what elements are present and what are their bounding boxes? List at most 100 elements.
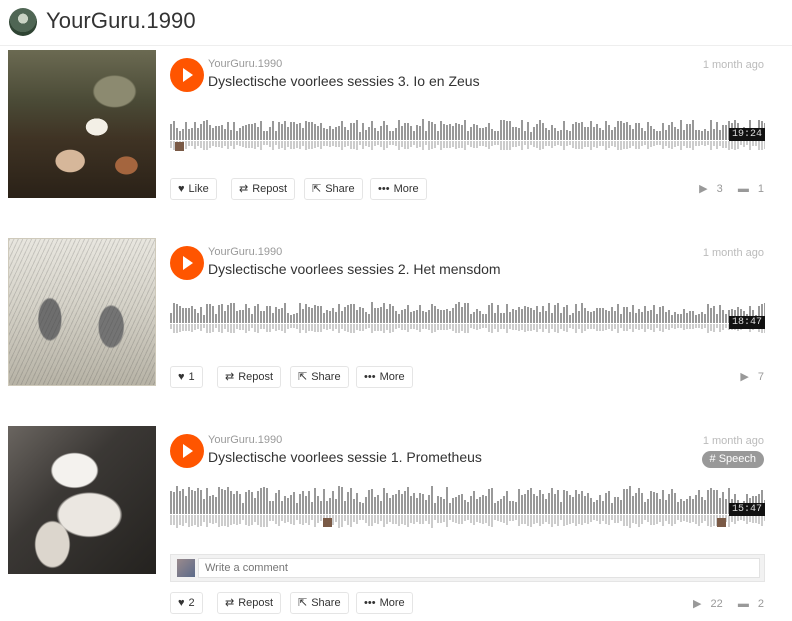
waveform-bar [677,502,679,514]
track-uploader[interactable]: YourGuru.1990 [208,58,282,70]
waveform-bar [554,128,556,140]
more-button[interactable]: ••• More [356,366,413,388]
waveform-bar [452,308,454,323]
page-title[interactable]: YourGuru.1990 [46,8,196,34]
play-count[interactable]: ▶ 7 [734,371,764,383]
waveform-bar [512,501,514,514]
waveform-bar-reflection [632,324,634,332]
waveform-bar-reflection [605,515,607,524]
avatar[interactable] [9,8,37,36]
waveform-bar [428,495,430,514]
play-button[interactable] [170,246,204,280]
like-button[interactable]: ♥ 1 [170,366,203,388]
waveform-bar-reflection [176,324,178,333]
waveform-bar-reflection [494,515,496,520]
repost-icon: ⇄ [225,597,235,609]
comment-count[interactable]: ▬ 2 [732,598,764,610]
track-title[interactable]: Dyslectische voorlees sessies 2. Het men… [208,261,501,277]
waveform-bar-reflection [413,324,415,329]
waveform[interactable] [170,113,765,157]
waveform-bar-reflection [608,515,610,525]
waveform[interactable] [170,479,765,535]
play-count[interactable]: ▶ 3 [693,183,723,195]
waveform-bar-reflection [533,141,535,147]
track-title[interactable]: Dyslectische voorlees sessies 3. Io en Z… [208,73,480,89]
waveform-bar [539,120,541,140]
waveform-bar-reflection [491,515,493,527]
waveform-bar-reflection [449,515,451,520]
waveform-bar [512,127,514,140]
comment-count[interactable]: ▬ 1 [732,183,764,195]
waveform-bar [449,124,451,140]
waveform-bar-reflection [749,141,751,150]
waveform-bar [332,491,334,514]
waveform-bar-reflection [386,141,388,148]
waveform-bar-reflection [224,515,226,526]
waveform-bar [317,306,319,323]
waveform-bar-reflection [359,515,361,520]
waveform-bar [461,494,463,514]
waveform-bar [215,126,217,140]
waveform-bar [410,126,412,140]
like-button[interactable]: ♥ 2 [170,592,203,614]
waveform-bar [497,501,499,514]
waveform-bar-reflection [221,324,223,333]
waveform-bar [662,306,664,323]
play-button[interactable] [170,434,204,468]
waveform-bar [674,127,676,140]
waveform-bar-reflection [440,141,442,150]
share-button[interactable]: ⇱ Share [290,592,349,614]
comment-icon: ▬ [737,598,749,610]
genre-tag[interactable]: # Speech [701,451,764,468]
waveform-bar-reflection [461,515,463,524]
waveform-bar-reflection [728,515,730,527]
waveform-bar [296,124,298,140]
waveform-bar-reflection [650,141,652,147]
waveform-bar-reflection [467,324,469,333]
repost-button[interactable]: ⇄ Repost [217,366,282,388]
more-button[interactable]: ••• More [356,592,413,614]
waveform-bar [428,310,430,323]
waveform-bar [365,130,367,140]
waveform-bar-reflection [314,141,316,148]
play-count-value: 7 [757,371,764,383]
waveform-bar [509,501,511,514]
waveform-bar [701,312,703,323]
waveform-bar-reflection [674,324,676,329]
waveform-bar [545,499,547,514]
waveform-bar [443,310,445,323]
share-button[interactable]: ⇱ Share [290,366,349,388]
waveform-bar [254,123,256,140]
waveform-bar [635,493,637,514]
track-title[interactable]: Dyslectische voorlees sessie 1. Promethe… [208,449,482,465]
repost-button[interactable]: ⇄ Repost [217,592,282,614]
play-count[interactable]: ▶ 22 [687,598,723,610]
waveform-bar [464,303,466,323]
track-artwork[interactable] [8,426,156,574]
share-button[interactable]: ⇱ Share [304,178,363,200]
waveform-bar [449,503,451,514]
track-artwork[interactable] [8,50,156,198]
waveform[interactable] [170,296,765,340]
like-button[interactable]: ♥ Like [170,178,217,200]
track-uploader[interactable]: YourGuru.1990 [208,434,282,446]
waveform-bar-reflection [392,324,394,332]
track-uploader[interactable]: YourGuru.1990 [208,246,282,258]
comment-marker[interactable] [175,142,184,151]
more-button[interactable]: ••• More [370,178,427,200]
waveform-bar-reflection [263,515,265,527]
waveform-bar-reflection [218,141,220,147]
play-button[interactable] [170,58,204,92]
waveform-bar [557,490,559,514]
comment-marker[interactable] [323,518,332,527]
waveform-bar-reflection [428,515,430,524]
comment-marker[interactable] [717,518,726,527]
track-artwork[interactable] [8,238,156,386]
waveform-bar-reflection [647,324,649,329]
repost-button[interactable]: ⇄ Repost [231,178,296,200]
waveform-bar [644,502,646,514]
waveform-bar-reflection [680,515,682,522]
waveform-bar [722,125,724,140]
play-icon [183,256,193,270]
comment-input[interactable] [198,558,760,578]
